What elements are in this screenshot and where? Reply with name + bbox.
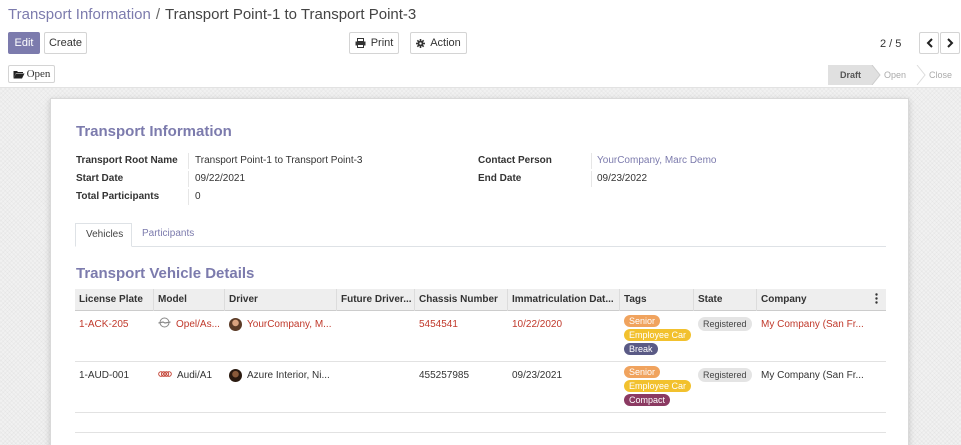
driver-name: Azure Interior, Ni... [247, 369, 330, 381]
driver-name: YourCompany, M... [247, 318, 332, 330]
notebook-tabs: Vehicles Participants [75, 223, 886, 247]
immatriculation-date-cell: 09/23/2021 [512, 369, 563, 381]
license-plate-cell: 1-AUD-001 [79, 369, 130, 381]
print-icon [355, 38, 366, 48]
column-future-driver[interactable]: Future Driver... [337, 289, 415, 311]
immatriculation-date-cell: 10/22/2020 [512, 318, 563, 330]
column-tags[interactable]: Tags [620, 289, 694, 311]
pager-next-button[interactable] [940, 32, 960, 54]
print-button-label: Print [370, 37, 394, 49]
breadcrumb-separator: / [155, 6, 161, 23]
start-date-label: Start Date [76, 173, 124, 184]
empty-row [75, 433, 886, 445]
contact-person-label: Contact Person [478, 155, 552, 166]
field-divider [188, 171, 189, 187]
opel-logo-icon [158, 317, 171, 331]
column-license-plate[interactable]: License Plate [75, 289, 154, 311]
company-cell: My Company (San Fr... [761, 318, 864, 330]
breadcrumb-current: Transport Point-1 to Transport Point-3 [165, 6, 417, 23]
kebab-icon[interactable] [875, 293, 878, 307]
avatar [229, 317, 242, 331]
future-driver-cell [337, 368, 415, 382]
create-button-label: Create [48, 37, 83, 49]
chevron-right-icon [946, 38, 954, 48]
gear-icon [416, 38, 426, 48]
start-date-value: 09/22/2021 [195, 173, 246, 184]
model-cell: Opel/As... [154, 317, 225, 331]
contact-person-link[interactable]: YourCompany, Marc Demo [597, 155, 717, 166]
folder-open-icon [13, 70, 25, 79]
open-button-label: Open [26, 68, 51, 80]
tab-vehicles[interactable]: Vehicles [75, 223, 132, 247]
table-header: License Plate Model Driver Future Driver… [75, 289, 886, 311]
end-date-value: 09/23/2022 [597, 173, 648, 184]
table-row[interactable]: 1-ACK-205 Opel/As... YourCompany, M... 5… [75, 311, 886, 362]
model-cell: Audi/A1 [154, 368, 225, 382]
column-model[interactable]: Model [154, 289, 225, 311]
future-driver-cell [337, 317, 415, 331]
root-name-value: Transport Point-1 to Transport Point-3 [195, 155, 363, 166]
state-badge: Registered [698, 368, 752, 382]
column-company[interactable]: Company [757, 289, 869, 311]
field-divider [188, 153, 189, 169]
tag-senior: Senior [624, 315, 661, 327]
end-date-label: End Date [478, 173, 522, 184]
vehicle-section-title: Transport Vehicle Details [76, 265, 255, 282]
field-divider [188, 189, 189, 205]
chassis-number-cell: 5454541 [419, 318, 458, 330]
driver-cell: Azure Interior, Ni... [225, 368, 337, 382]
column-immatriculation-date[interactable]: Immatriculation Dat... [508, 289, 620, 311]
driver-cell: YourCompany, M... [225, 317, 337, 331]
action-button[interactable]: Action [410, 32, 467, 54]
chevron-left-icon [926, 38, 933, 48]
column-chassis-number[interactable]: Chassis Number [415, 289, 508, 311]
tag-break: Break [624, 343, 658, 355]
total-participants-label: Total Participants [76, 191, 160, 202]
company-cell: My Company (San Fr... [761, 369, 864, 381]
control-panel: Transport Information / Transport Point-1 … [0, 0, 961, 88]
breadcrumb: Transport Information / Transport Point-1 … [8, 6, 416, 23]
chassis-number-cell: 455257985 [419, 369, 470, 381]
field-divider [591, 171, 592, 187]
model-name: Audi/A1 [177, 369, 213, 381]
column-state[interactable]: State [694, 289, 757, 311]
breadcrumb-parent-link[interactable]: Transport Information [8, 6, 151, 23]
form-sheet: Transport Information Transport Root Nam… [50, 98, 909, 445]
edit-button[interactable]: Edit [8, 32, 40, 54]
model-name: Opel/As... [176, 318, 220, 330]
avatar [229, 368, 242, 382]
total-participants-value: 0 [195, 191, 201, 202]
tag-senior: Senior [624, 366, 661, 378]
audi-logo-icon [158, 370, 172, 381]
tab-participants[interactable]: Participants [132, 223, 204, 247]
field-divider [591, 153, 592, 169]
tag-compact: Compact [624, 394, 671, 406]
column-driver[interactable]: Driver [225, 289, 337, 311]
form-title: Transport Information [76, 123, 232, 140]
print-button[interactable]: Print [349, 32, 399, 54]
action-button-label: Action [430, 37, 461, 49]
pager-value[interactable]: 2 / 5 [880, 38, 901, 50]
table-row[interactable]: 1-AUD-001 Audi/A1 Azure Interior, Ni... … [75, 362, 886, 413]
pager-previous-button[interactable] [919, 32, 939, 54]
empty-row [75, 413, 886, 433]
tag-employee-car: Employee Car [624, 329, 692, 341]
state-badge: Registered [698, 317, 752, 331]
create-button[interactable]: Create [44, 32, 87, 54]
open-button[interactable]: Open [8, 65, 55, 83]
status-bar-arrows [871, 65, 926, 85]
license-plate-cell: 1-ACK-205 [79, 318, 129, 330]
tag-employee-car: Employee Car [624, 380, 692, 392]
root-name-label: Transport Root Name [76, 155, 178, 166]
edit-button-label: Edit [14, 37, 34, 49]
